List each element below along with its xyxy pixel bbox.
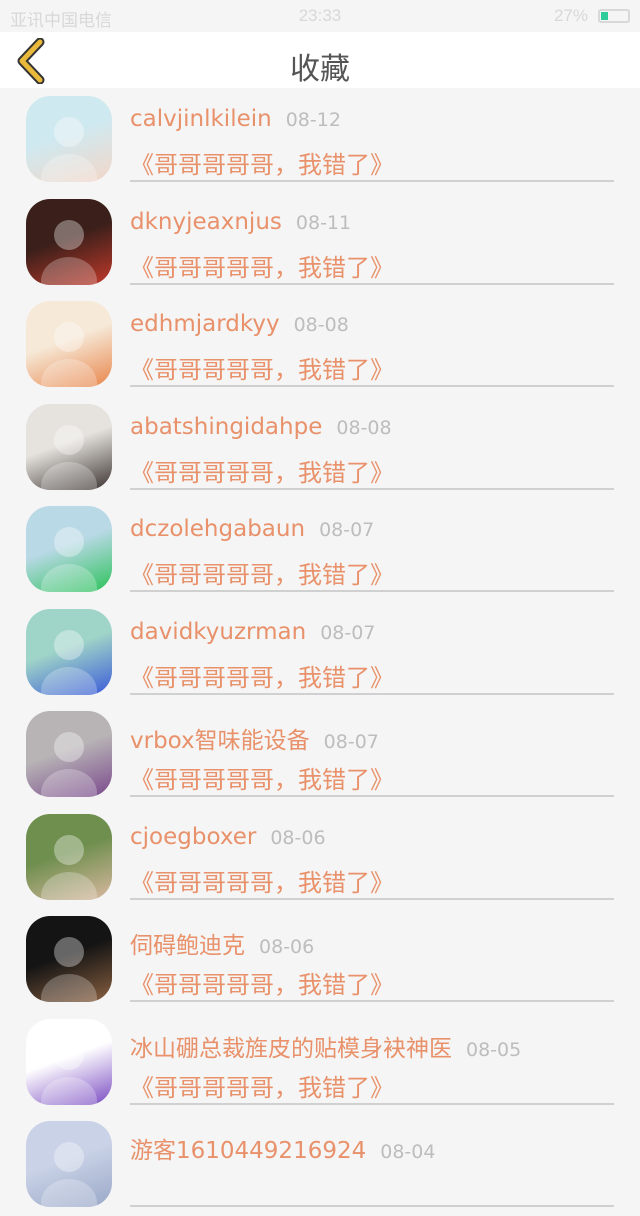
user-name: 冰山硼总裁旌皮的贴模身袂神医	[130, 1035, 452, 1062]
item-message: 《哥哥哥哥哥，我错了》	[130, 971, 394, 999]
status-bar: 亚讯中国电信 23:33 27%	[0, 0, 640, 32]
favorites-list: calvjinlkilein 08-12 《哥哥哥哥哥，我错了》 dknyjeaxnj…	[0, 88, 640, 1216]
item-date: 08-08	[293, 314, 349, 336]
avatar	[26, 813, 112, 900]
battery-icon	[598, 9, 630, 23]
avatar	[26, 403, 112, 490]
item-date: 08-08	[336, 416, 392, 439]
item-message: 《哥哥哥哥哥，我错了》	[130, 1073, 394, 1102]
item-date: 08-06	[259, 936, 315, 958]
clock: 23:33	[298, 6, 342, 25]
avatar	[26, 1121, 112, 1207]
divider	[130, 180, 614, 182]
item-message: 《哥哥哥哥哥，我错了》	[130, 356, 394, 384]
item-date: 08-07	[319, 519, 375, 541]
user-name: davidkyuzrman	[130, 618, 307, 645]
avatar	[26, 506, 112, 592]
item-name: davidkyuzrman 08-07	[130, 619, 375, 645]
avatar	[26, 608, 112, 695]
list-item[interactable]: 伺碍鲍迪克 08-06 《哥哥哥哥哥，我错了》	[0, 908, 640, 1011]
item-message: 《哥哥哥哥哥，我错了》	[130, 561, 394, 589]
avatar	[26, 711, 112, 797]
divider	[130, 282, 614, 285]
item-date: 08-07	[323, 731, 379, 753]
user-name: vrbox智味能设备	[130, 728, 310, 754]
divider	[130, 590, 614, 592]
divider	[130, 692, 614, 695]
page-title: 收藏	[290, 52, 350, 87]
divider	[130, 1102, 614, 1105]
user-name: dczolehgabaun	[130, 516, 306, 542]
item-name: cjoegboxer 08-06	[130, 824, 326, 850]
list-item[interactable]: 冰山硼总裁旌皮的贴模身袂神医 08-05 《哥哥哥哥哥，我错了》	[0, 1011, 640, 1114]
item-date: 08-12	[285, 109, 341, 131]
item-message: 《哥哥哥哥哥，我错了》	[130, 458, 394, 487]
list-item[interactable]: 游客1610449216924 08-04	[0, 1113, 640, 1216]
item-date: 08-06	[270, 826, 326, 849]
list-item[interactable]: dknyjeaxnjus 08-11 《哥哥哥哥哥，我错了》	[0, 191, 640, 294]
divider	[130, 1000, 614, 1002]
item-message: 《哥哥哥哥哥，我错了》	[130, 253, 394, 282]
divider	[130, 487, 614, 490]
item-date: 08-07	[320, 621, 376, 644]
item-message: 《哥哥哥哥哥，我错了》	[130, 766, 394, 794]
item-message: 《哥哥哥哥哥，我错了》	[130, 868, 394, 897]
user-name: 游客1610449216924	[130, 1138, 367, 1164]
item-name: vrbox智味能设备 08-07	[130, 721, 379, 755]
divider	[130, 1205, 614, 1207]
item-name: 冰山硼总裁旌皮的贴模身袂神医 08-05	[130, 1029, 521, 1063]
item-name: dczolehgabaun 08-07	[130, 516, 374, 542]
item-name: 游客1610449216924 08-04	[130, 1131, 435, 1165]
avatar	[26, 96, 112, 182]
avatar	[26, 1018, 112, 1105]
divider	[130, 385, 614, 387]
list-item[interactable]: calvjinlkilein 08-12 《哥哥哥哥哥，我错了》	[0, 88, 640, 191]
nav-header: 收藏	[0, 32, 640, 88]
item-name: dknyjeaxnjus 08-11	[130, 209, 351, 235]
list-item[interactable]: dczolehgabaun 08-07 《哥哥哥哥哥，我错了》	[0, 498, 640, 601]
item-date: 08-11	[295, 211, 352, 234]
avatar	[26, 301, 112, 387]
item-date: 08-04	[380, 1141, 436, 1163]
avatar	[26, 198, 112, 285]
list-item[interactable]: vrbox智味能设备 08-07 《哥哥哥哥哥，我错了》	[0, 703, 640, 806]
item-message: 《哥哥哥哥哥，我错了》	[130, 663, 394, 692]
battery-percent: 27%	[553, 6, 588, 25]
list-item[interactable]: edhmjardkyy 08-08 《哥哥哥哥哥，我错了》	[0, 293, 640, 396]
avatar	[26, 916, 112, 1002]
item-name: abatshingidahpe 08-08	[130, 414, 392, 440]
item-message: 《哥哥哥哥哥，我错了》	[130, 151, 394, 179]
item-name: calvjinlkilein 08-12	[130, 106, 341, 132]
list-item[interactable]: davidkyuzrman 08-07 《哥哥哥哥哥，我错了》	[0, 601, 640, 704]
user-name: calvjinlkilein	[130, 106, 272, 132]
item-date: 08-05	[466, 1038, 522, 1061]
divider	[130, 897, 614, 900]
item-name: 伺碍鲍迪克 08-06	[130, 926, 314, 960]
divider	[130, 795, 614, 797]
item-name: edhmjardkyy 08-08	[130, 311, 349, 337]
user-name: cjoegboxer	[130, 823, 257, 850]
user-name: 伺碍鲍迪克	[130, 933, 245, 959]
list-item[interactable]: cjoegboxer 08-06 《哥哥哥哥哥，我错了》	[0, 806, 640, 909]
user-name: edhmjardkyy	[130, 311, 280, 337]
user-name: dknyjeaxnjus	[130, 208, 282, 235]
user-name: abatshingidahpe	[130, 413, 323, 440]
list-item[interactable]: abatshingidahpe 08-08 《哥哥哥哥哥，我错了》	[0, 396, 640, 499]
